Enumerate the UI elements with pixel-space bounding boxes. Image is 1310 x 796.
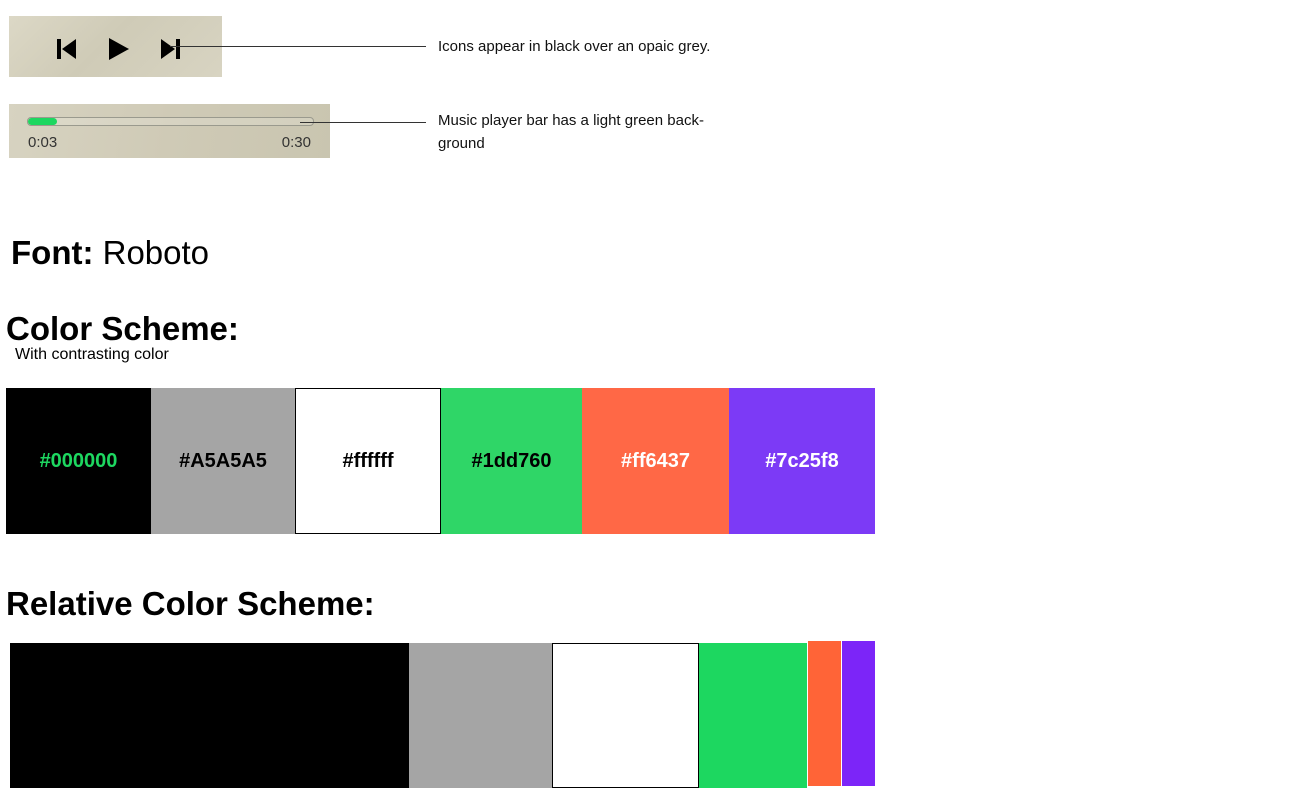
bar-note-line-2: ground bbox=[438, 135, 485, 152]
swatch-label: #000000 bbox=[39, 449, 118, 472]
swatch-black: #000000 bbox=[6, 388, 151, 534]
play-icon[interactable] bbox=[105, 36, 131, 62]
swatch-label: #ffffff bbox=[342, 449, 394, 472]
elapsed-time: 0:03 bbox=[28, 134, 58, 151]
progress-fill bbox=[28, 118, 57, 125]
skip-next-icon[interactable] bbox=[157, 36, 183, 62]
relative-white-bar bbox=[552, 643, 699, 788]
font-label: Font: bbox=[11, 234, 94, 271]
color-scheme-subtitle: With contrasting color bbox=[15, 346, 169, 363]
swatch-green: #1dd760 bbox=[441, 388, 582, 534]
swatch-orange: #ff6437 bbox=[582, 388, 729, 534]
relative-green-bar bbox=[699, 643, 807, 788]
swatch-label: #ff6437 bbox=[621, 449, 690, 472]
icons-leader-line bbox=[170, 46, 426, 47]
progress-track[interactable] bbox=[27, 117, 314, 126]
bar-leader-line bbox=[300, 122, 426, 123]
swatch-purple: #7c25f8 bbox=[729, 388, 875, 534]
relative-color-bar bbox=[10, 641, 875, 788]
swatch-grey: #A5A5A5 bbox=[151, 388, 295, 534]
swatch-white: #ffffff bbox=[295, 388, 441, 534]
music-progress-bar: 0:03 0:30 bbox=[9, 104, 330, 158]
color-swatch-row: #000000 #A5A5A5 #ffffff #1dd760 #ff6437 … bbox=[6, 388, 875, 534]
bar-note-line-1: Music player bar has a light green back- bbox=[438, 112, 704, 129]
relative-orange-bar bbox=[808, 641, 841, 786]
skip-previous-icon[interactable] bbox=[54, 36, 80, 62]
color-scheme-title: Color Scheme: bbox=[6, 310, 239, 347]
swatch-label: #7c25f8 bbox=[765, 449, 839, 472]
swatch-label: #A5A5A5 bbox=[179, 449, 267, 472]
icons-note: Icons appear in black over an opaic grey… bbox=[438, 38, 711, 55]
total-time: 0:30 bbox=[281, 134, 311, 151]
relative-grey-bar bbox=[409, 643, 552, 788]
relative-purple-bar bbox=[842, 641, 875, 786]
relative-color-scheme-title: Relative Color Scheme: bbox=[6, 585, 375, 622]
bar-note: Music player bar has a light green back-… bbox=[438, 109, 704, 155]
font-heading: Font: Roboto bbox=[11, 234, 209, 272]
relative-black-bar bbox=[10, 643, 409, 788]
font-value: Roboto bbox=[102, 234, 210, 271]
swatch-label: #1dd760 bbox=[471, 449, 552, 472]
